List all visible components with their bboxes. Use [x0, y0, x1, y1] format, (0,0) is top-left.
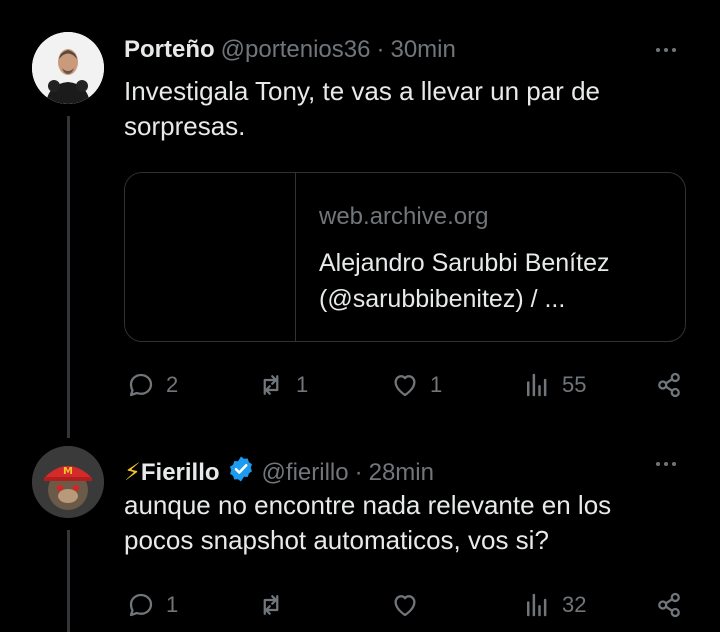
svg-text:M: M [63, 466, 73, 477]
like-button[interactable] [390, 590, 430, 620]
more-options-button[interactable] [656, 48, 676, 52]
link-card[interactable]: web.archive.org Alejandro Sarubbi Beníte… [124, 172, 686, 342]
view-count: 32 [562, 592, 587, 617]
share-icon [658, 372, 680, 398]
views-button[interactable]: 55 [522, 370, 586, 400]
more-options-button[interactable] [656, 462, 676, 466]
tweet-text-line: aunque no encontre nada relevante en los [124, 490, 612, 520]
reply-count: 1 [166, 592, 179, 617]
retweet-count: 1 [296, 372, 309, 397]
reply-icon [129, 593, 153, 617]
avatar-fierillo[interactable]: M [32, 446, 104, 518]
analytics-icon [527, 373, 547, 397]
heart-icon [394, 375, 416, 397]
tweet-text-line: pocos snapshot automaticos, vos si? [124, 525, 549, 555]
reply-button[interactable]: 2 [126, 370, 178, 400]
like-button[interactable]: 1 [390, 370, 442, 400]
views-button[interactable]: 32 [522, 590, 586, 620]
link-card-title-line: (@sarubbibenitez) / ... [319, 285, 566, 313]
verified-badge-icon [229, 456, 252, 482]
tweet-text-line: Investigala Tony, te vas a llevar un par… [124, 76, 600, 106]
separator: · [376, 36, 385, 63]
retweet-button[interactable] [256, 590, 296, 620]
heart-icon [394, 595, 416, 617]
view-count: 55 [562, 372, 587, 397]
display-name[interactable]: ⚡Fierillo [124, 458, 220, 487]
display-name[interactable]: Porteño [124, 36, 215, 64]
link-card-domain: web.archive.org [319, 203, 489, 230]
link-card-thumbnail [125, 173, 296, 341]
analytics-icon [527, 593, 547, 617]
share-icon [658, 592, 680, 618]
tweet-1-header: Porteño @portenios36 · 30min [124, 36, 456, 64]
reply-count: 2 [166, 372, 179, 397]
link-card-title-line: Alejandro Sarubbi Benítez [319, 249, 610, 277]
lightning-icon: ⚡ [124, 459, 141, 486]
tweet-text: aunque no encontre nada relevante en los… [124, 488, 611, 558]
handle[interactable]: @portenios36 [221, 36, 371, 64]
retweet-icon [263, 375, 279, 395]
retweet-button[interactable]: 1 [256, 370, 308, 400]
thread-line-2 [67, 530, 70, 632]
reply-icon [129, 373, 153, 397]
separator: · [354, 459, 363, 486]
timestamp[interactable]: 30min [390, 36, 455, 64]
tweet-text: Investigala Tony, te vas a llevar un par… [124, 74, 600, 144]
tweet-2-header: ⚡Fierillo @fierillo · 28min [124, 450, 434, 487]
share-button[interactable] [654, 590, 684, 620]
display-name-text: Fierillo [140, 459, 220, 486]
timestamp[interactable]: 28min [369, 459, 434, 487]
handle[interactable]: @fierillo [262, 459, 349, 487]
share-button[interactable] [654, 370, 684, 400]
like-count: 1 [430, 372, 443, 397]
thread-line-1 [67, 116, 70, 438]
reply-button[interactable]: 1 [126, 590, 178, 620]
avatar-portenio[interactable] [32, 32, 104, 104]
link-card-title: Alejandro Sarubbi Benítez (@sarubbibenit… [319, 245, 669, 317]
retweet-icon [263, 595, 279, 615]
tweet-text-line: sorpresas. [124, 111, 246, 141]
